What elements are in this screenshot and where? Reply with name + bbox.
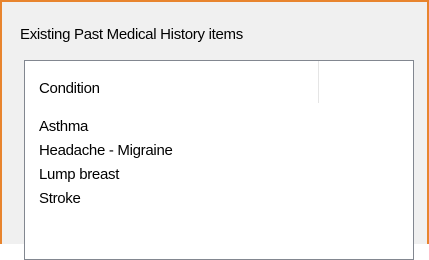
list-item[interactable]: Stroke [25,187,413,211]
list-item[interactable]: Asthma [25,115,413,139]
group-box-title: Existing Past Medical History items [20,26,243,43]
list-rows: Asthma Headache - Migraine Lump breast S… [25,115,413,211]
list-item[interactable]: Headache - Migraine [25,139,413,163]
list-item[interactable]: Lump breast [25,163,413,187]
past-medical-history-list[interactable]: Condition Asthma Headache - Migraine Lum… [24,60,414,260]
past-medical-history-panel: Existing Past Medical History items Cond… [0,0,429,260]
column-header-condition[interactable]: Condition [25,61,319,103]
column-header-condition-label: Condition [39,80,100,97]
list-column-header-bar: Condition [25,61,413,103]
